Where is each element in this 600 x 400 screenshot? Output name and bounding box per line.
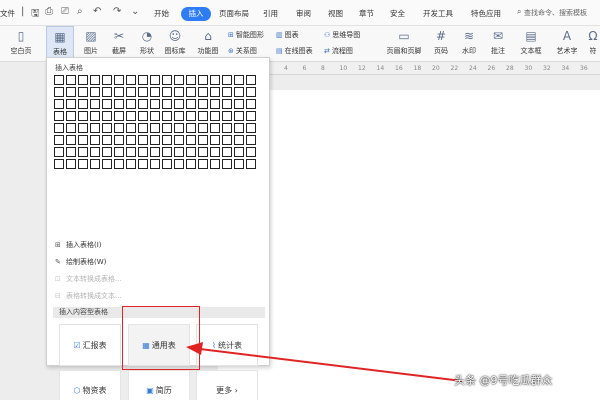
arrow-head (186, 342, 203, 355)
watermark-text: 头条 @9号吃瓜群众 (454, 374, 553, 387)
annotation-arrow (186, 342, 463, 382)
arrow-shaft (199, 348, 463, 382)
